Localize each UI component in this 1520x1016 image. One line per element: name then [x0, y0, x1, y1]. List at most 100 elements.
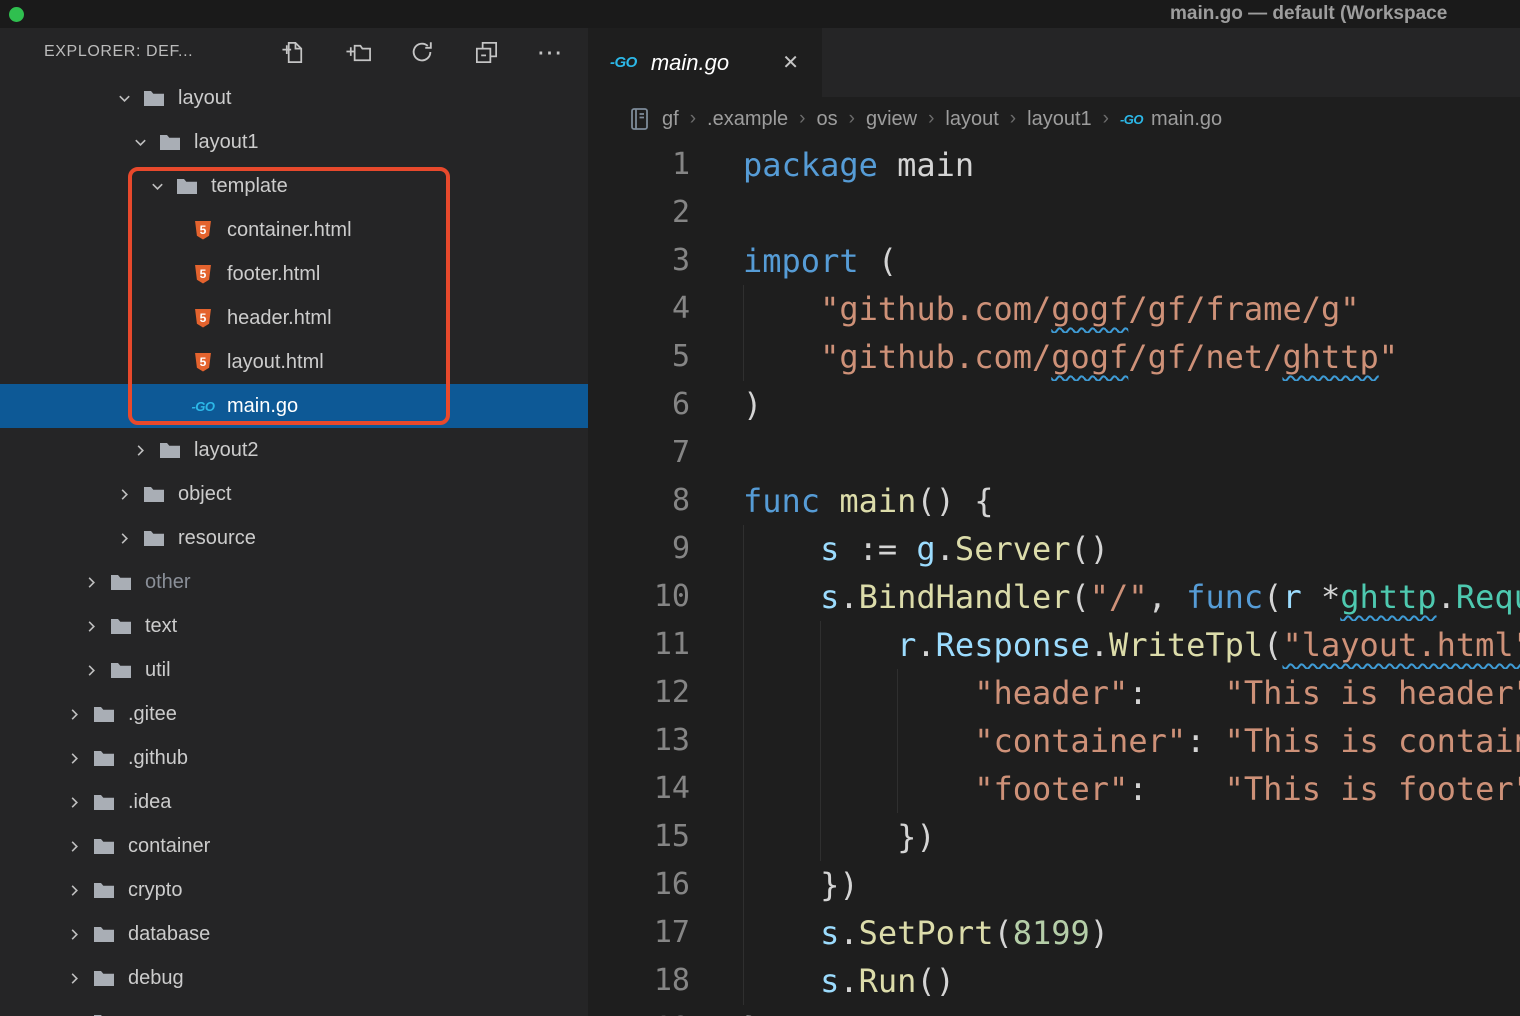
code-line[interactable]: 10 s.BindHandler("/", func(r *ghttp.Requ… [588, 573, 1520, 621]
code-line-content[interactable]: ) [708, 381, 1520, 429]
tree-item-layout-html[interactable]: 5layout.html [0, 340, 588, 384]
tree-item-text[interactable]: text [0, 604, 588, 648]
tree-item-main-go[interactable]: -GOmain.go [0, 384, 588, 428]
tree-item-crypto[interactable]: crypto [0, 868, 588, 912]
tree-item--github[interactable]: .github [0, 736, 588, 780]
breadcrumb-item-layout1[interactable]: layout1 [1027, 108, 1092, 131]
tree-item-object[interactable]: object [0, 472, 588, 516]
code-line-content[interactable]: }) [708, 861, 1520, 909]
new-file-button[interactable] [280, 38, 308, 66]
tree-item-label: template [211, 175, 288, 198]
chevron-down-icon[interactable] [147, 179, 167, 194]
chevron-right-icon[interactable] [81, 619, 101, 634]
breadcrumb-item--example[interactable]: .example [707, 108, 788, 131]
collapse-folders-button[interactable] [472, 38, 500, 66]
explorer-actions: ⋯ [280, 38, 564, 66]
line-number: 7 [588, 429, 708, 477]
tree-item-layout[interactable]: layout [0, 76, 588, 120]
tree-item[interactable] [0, 1000, 588, 1016]
line-number: 6 [588, 381, 708, 429]
code-line-content[interactable] [708, 429, 1520, 477]
chevron-right-icon[interactable] [64, 971, 84, 986]
code-line-content[interactable]: "footer": "This is footer", [708, 765, 1520, 813]
code-line-content[interactable]: "container": "This is container", [708, 717, 1520, 765]
code-line[interactable]: 18 s.Run() [588, 957, 1520, 1005]
code-line-content[interactable]: s.BindHandler("/", func(r *ghttp.Request… [708, 573, 1520, 621]
code-line[interactable]: 13 "container": "This is container", [588, 717, 1520, 765]
tree-item-database[interactable]: database [0, 912, 588, 956]
code-line-content[interactable]: s := g.Server() [708, 525, 1520, 573]
code-line-content[interactable]: } [708, 1005, 1520, 1016]
breadcrumb-item-gview[interactable]: gview [866, 108, 917, 131]
breadcrumb: gf›.example›os›gview›layout›layout1›-GOm… [588, 97, 1520, 141]
chevron-right-icon[interactable] [114, 531, 134, 546]
breadcrumb-item-layout[interactable]: layout [945, 108, 998, 131]
window-control-green[interactable] [9, 7, 24, 22]
chevron-down-icon[interactable] [114, 91, 134, 106]
code-line[interactable]: 9 s := g.Server() [588, 525, 1520, 573]
chevron-right-icon[interactable] [64, 751, 84, 766]
code-line[interactable]: 5 "github.com/gogf/gf/net/ghttp" [588, 333, 1520, 381]
code-line[interactable]: 3import ( [588, 237, 1520, 285]
tree-item-util[interactable]: util [0, 648, 588, 692]
new-folder-button[interactable] [344, 38, 372, 66]
chevron-right-icon[interactable] [81, 575, 101, 590]
tree-item-label: debug [128, 967, 184, 990]
code-line[interactable]: 8func main() { [588, 477, 1520, 525]
code-line[interactable]: 11 r.Response.WriteTpl("layout.html", g.… [588, 621, 1520, 669]
chevron-down-icon[interactable] [130, 135, 150, 150]
code-line-content[interactable]: r.Response.WriteTpl("layout.html", g.Map… [708, 621, 1520, 669]
code-line-content[interactable]: "header": "This is header", [708, 669, 1520, 717]
code-line-content[interactable]: s.SetPort(8199) [708, 909, 1520, 957]
tree-item-container-html[interactable]: 5container.html [0, 208, 588, 252]
code-line-content[interactable]: import ( [708, 237, 1520, 285]
refresh-explorer-button[interactable] [408, 38, 436, 66]
tree-item-footer-html[interactable]: 5footer.html [0, 252, 588, 296]
code-line-content[interactable]: func main() { [708, 477, 1520, 525]
tree-item-label: .gitee [128, 703, 177, 726]
tree-item-container[interactable]: container [0, 824, 588, 868]
tab-main-go[interactable]: -GO main.go ✕ [588, 28, 822, 97]
indent-guide [743, 525, 744, 573]
chevron-right-icon[interactable] [64, 707, 84, 722]
code-line[interactable]: 7 [588, 429, 1520, 477]
close-tab-icon[interactable]: ✕ [782, 53, 799, 73]
tree-item-layout2[interactable]: layout2 [0, 428, 588, 472]
chevron-right-icon[interactable] [81, 663, 101, 678]
code-line[interactable]: 15 }) [588, 813, 1520, 861]
code-line[interactable]: 12 "header": "This is header", [588, 669, 1520, 717]
tree-item-other[interactable]: other [0, 560, 588, 604]
chevron-right-icon[interactable] [114, 487, 134, 502]
code-line-content[interactable] [708, 189, 1520, 237]
chevron-right-icon[interactable] [64, 883, 84, 898]
tree-item--idea[interactable]: .idea [0, 780, 588, 824]
code-editor[interactable]: 1package main23import (4 "github.com/gog… [588, 141, 1520, 1016]
more-actions-button[interactable]: ⋯ [536, 38, 564, 66]
code-line[interactable]: 19} [588, 1005, 1520, 1016]
tree-item-template[interactable]: template [0, 164, 588, 208]
tree-item-resource[interactable]: resource [0, 516, 588, 560]
code-line[interactable]: 6) [588, 381, 1520, 429]
code-line[interactable]: 16 }) [588, 861, 1520, 909]
breadcrumb-item-main-go[interactable]: main.go [1151, 108, 1222, 131]
chevron-right-icon[interactable] [64, 795, 84, 810]
code-line-content[interactable]: "github.com/gogf/gf/net/ghttp" [708, 333, 1520, 381]
code-line[interactable]: 1package main [588, 141, 1520, 189]
code-line[interactable]: 17 s.SetPort(8199) [588, 909, 1520, 957]
code-line[interactable]: 2 [588, 189, 1520, 237]
tree-item-layout1[interactable]: layout1 [0, 120, 588, 164]
code-line-content[interactable]: s.Run() [708, 957, 1520, 1005]
code-line-content[interactable]: "github.com/gogf/gf/frame/g" [708, 285, 1520, 333]
code-line-content[interactable]: }) [708, 813, 1520, 861]
chevron-right-icon[interactable] [64, 927, 84, 942]
breadcrumb-item-os[interactable]: os [817, 108, 838, 131]
tree-item-header-html[interactable]: 5header.html [0, 296, 588, 340]
code-line-content[interactable]: package main [708, 141, 1520, 189]
chevron-right-icon[interactable] [130, 443, 150, 458]
tree-item--gitee[interactable]: .gitee [0, 692, 588, 736]
breadcrumb-item-gf[interactable]: gf [662, 108, 679, 131]
code-line[interactable]: 4 "github.com/gogf/gf/frame/g" [588, 285, 1520, 333]
tree-item-debug[interactable]: debug [0, 956, 588, 1000]
code-line[interactable]: 14 "footer": "This is footer", [588, 765, 1520, 813]
chevron-right-icon[interactable] [64, 839, 84, 854]
